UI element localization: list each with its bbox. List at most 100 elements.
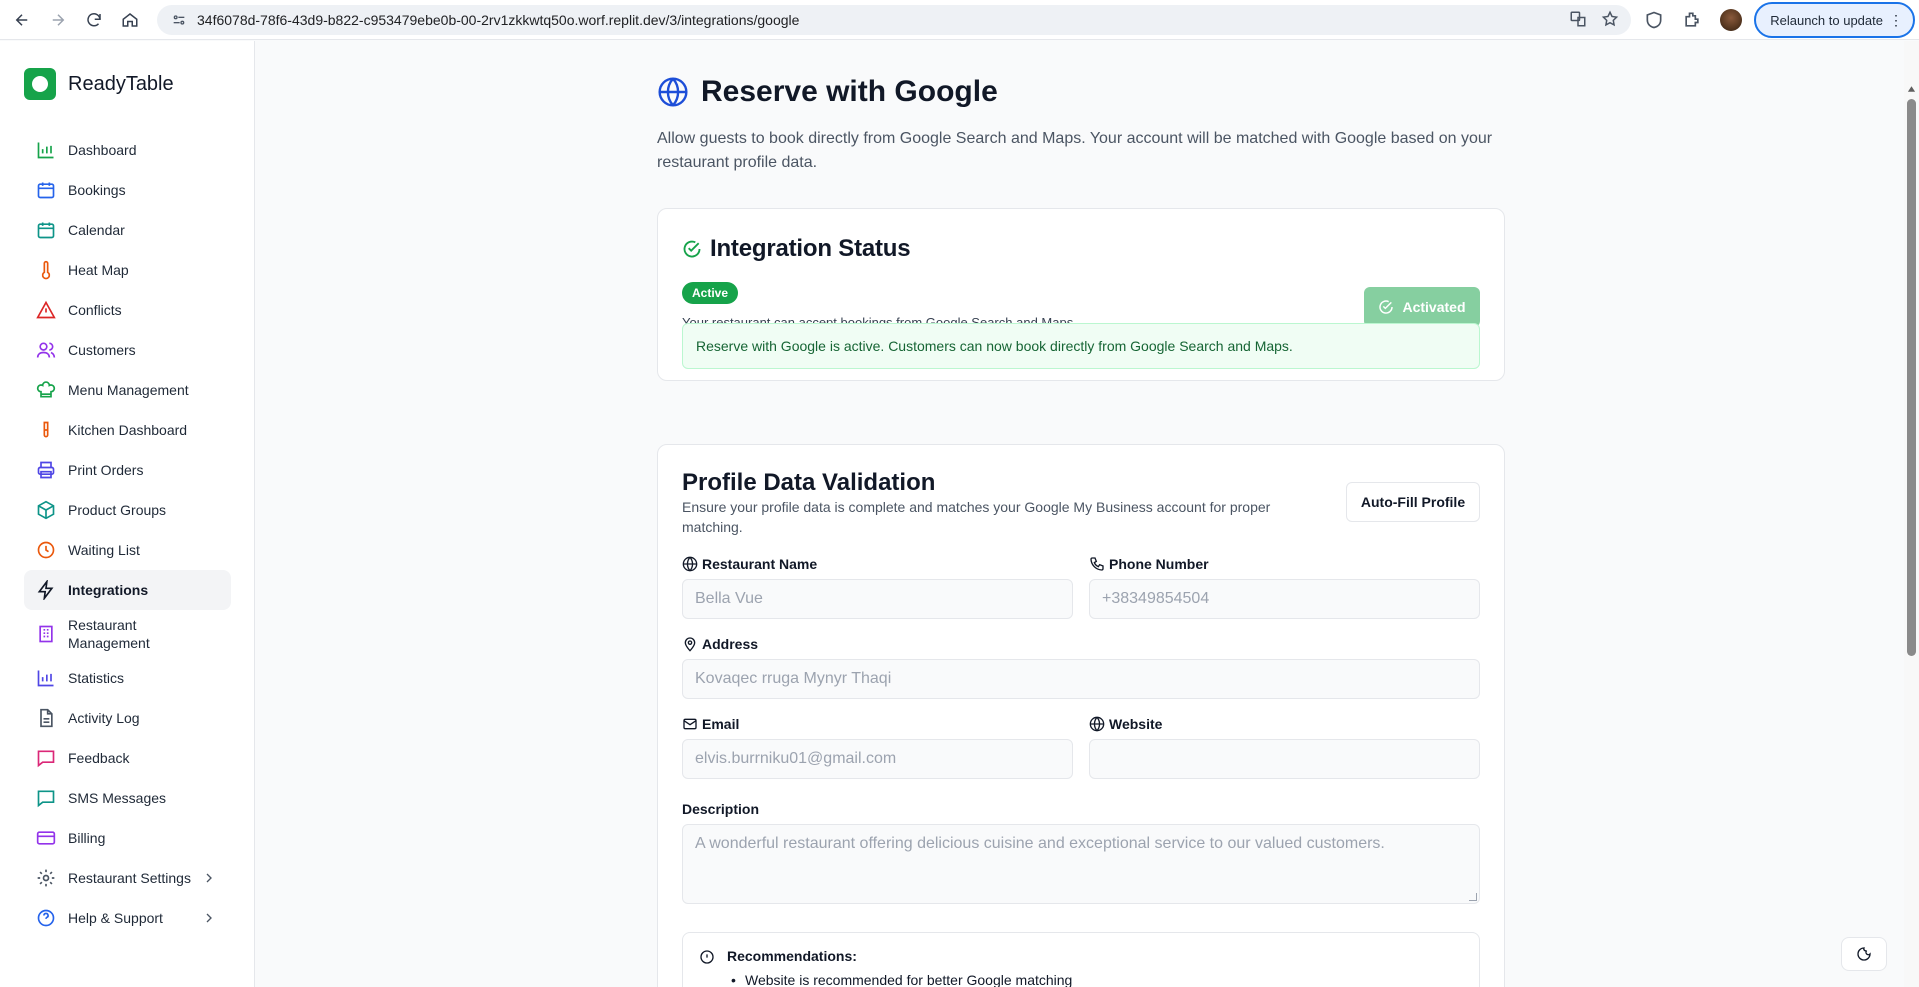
sidebar-item-activity-log[interactable]: Activity Log xyxy=(24,698,231,738)
sidebar-item-label: Restaurant Management xyxy=(68,617,150,651)
field-label-text: Address xyxy=(702,636,759,652)
calendar-icon xyxy=(36,180,56,200)
field-label-text: Website xyxy=(1109,716,1163,732)
shield-icon[interactable] xyxy=(1644,10,1664,30)
email-input[interactable]: elvis.burrniku01@gmail.com xyxy=(682,739,1073,779)
phone-icon xyxy=(1090,557,1104,571)
sidebar-item-menu-management[interactable]: Menu Management xyxy=(24,370,231,410)
reload-icon[interactable] xyxy=(80,6,108,34)
profile-avatar[interactable] xyxy=(1720,9,1743,31)
sidebar-item-label: Heat Map xyxy=(68,262,129,278)
sidebar-item-product-groups[interactable]: Product Groups xyxy=(24,490,231,530)
sidebar-item-dashboard[interactable]: Dashboard xyxy=(24,130,231,170)
scrollbar-thumb[interactable] xyxy=(1907,99,1916,656)
profile-validation-description: Ensure your profile data is complete and… xyxy=(682,499,1271,535)
credit-card-icon xyxy=(36,828,56,848)
site-settings-icon[interactable] xyxy=(171,12,187,28)
sidebar-item-billing[interactable]: Billing xyxy=(24,818,231,858)
more-menu-icon[interactable]: ⋮ xyxy=(1889,12,1903,29)
relaunch-button[interactable]: Relaunch to update ⋮ xyxy=(1754,2,1915,38)
sidebar-item-label: Waiting List xyxy=(68,542,140,558)
page-description: Allow guests to book directly from Googl… xyxy=(657,130,1493,171)
check-circle-icon xyxy=(682,239,702,259)
email-label: Email xyxy=(682,716,739,732)
restaurant-name-input[interactable]: Bella Vue xyxy=(682,579,1073,619)
sidebar-item-feedback[interactable]: Feedback xyxy=(24,738,231,778)
sidebar-item-label: Calendar xyxy=(68,222,125,238)
browser-toolbar: 34f6078d-78f6-43d9-b822-c953479ebe0b-00-… xyxy=(0,0,1919,40)
sidebar-item-print-orders[interactable]: Print Orders xyxy=(24,450,231,490)
sidebar-item-label: Integrations xyxy=(68,582,149,598)
address-input[interactable]: Kovaqec rruga Mynyr Thaqi xyxy=(682,659,1480,699)
clock-icon xyxy=(36,540,56,560)
field-label-text: Description xyxy=(682,801,760,817)
home-icon[interactable] xyxy=(116,6,144,34)
building-icon xyxy=(36,624,56,644)
website-label: Website xyxy=(1089,716,1162,732)
back-icon[interactable] xyxy=(8,6,36,34)
description-textarea[interactable]: A wonderful restaurant offering deliciou… xyxy=(682,824,1480,904)
brand[interactable]: ReadyTable xyxy=(24,68,174,100)
sidebar-item-statistics[interactable]: Statistics xyxy=(24,658,231,698)
sidebar-item-label: Feedback xyxy=(68,750,130,766)
sidebar-item-kitchen-dashboard[interactable]: Kitchen Dashboard xyxy=(24,410,231,450)
chevron-right-icon xyxy=(201,910,217,926)
globe-icon xyxy=(657,76,689,108)
extensions-icon[interactable] xyxy=(1682,10,1702,30)
warning-icon xyxy=(36,300,56,320)
sidebar-item-label: Activity Log xyxy=(68,710,140,726)
help-circle-icon xyxy=(36,908,56,928)
recommendations-box: Recommendations: Website is recommended … xyxy=(682,932,1480,987)
sidebar-item-label: Dashboard xyxy=(68,142,137,158)
url-text: 34f6078d-78f6-43d9-b822-c953479ebe0b-00-… xyxy=(197,12,800,28)
scroll-up-icon[interactable] xyxy=(1907,85,1916,93)
activated-button[interactable]: Activated xyxy=(1364,287,1480,327)
auto-fill-profile-button[interactable]: Auto-Fill Profile xyxy=(1346,482,1480,522)
sidebar-item-bookings[interactable]: Bookings xyxy=(24,170,231,210)
brand-logo-icon xyxy=(24,68,56,100)
restaurant-name-label: Restaurant Name xyxy=(682,556,817,572)
globe-icon xyxy=(682,556,698,572)
forward-icon[interactable] xyxy=(44,6,72,34)
sidebar-item-customers[interactable]: Customers xyxy=(24,330,231,370)
page-title: Reserve with Google xyxy=(701,75,998,108)
page-scrollbar[interactable] xyxy=(1904,41,1919,987)
map-pin-icon xyxy=(684,637,696,652)
address-bar[interactable]: 34f6078d-78f6-43d9-b822-c953479ebe0b-00-… xyxy=(157,5,1631,35)
sidebar-item-label: Kitchen Dashboard xyxy=(68,422,188,438)
recommendation-item: Website is recommended for better Google… xyxy=(731,972,1072,987)
sidebar-item-restaurant-settings[interactable]: Restaurant Settings xyxy=(24,858,231,898)
sidebar-item-label: Menu Management xyxy=(68,382,189,398)
sidebar-nav: Dashboard Bookings Calendar Heat Map Con… xyxy=(24,130,231,938)
test-tube-icon xyxy=(36,420,56,440)
sidebar-item-help-support[interactable]: Help & Support xyxy=(24,898,231,938)
field-label-text: Phone Number xyxy=(1109,556,1209,572)
sidebar-item-waiting-list[interactable]: Waiting List xyxy=(24,530,231,570)
sidebar-item-label: Restaurant Settings xyxy=(68,870,191,886)
field-label-text: Restaurant Name xyxy=(702,556,818,572)
thermometer-icon xyxy=(36,260,56,280)
profile-validation-title: Profile Data Validation xyxy=(682,469,936,496)
gear-icon xyxy=(36,868,56,888)
sidebar-item-sms-messages[interactable]: SMS Messages xyxy=(24,778,231,818)
message-icon xyxy=(36,788,56,808)
sidebar-item-restaurant-management[interactable]: Restaurant Management xyxy=(24,610,231,658)
success-alert: Reserve with Google is active. Customers… xyxy=(682,323,1480,369)
website-input[interactable] xyxy=(1089,739,1480,779)
resize-handle-icon[interactable] xyxy=(1469,893,1477,901)
sidebar-item-label: Bookings xyxy=(68,182,126,198)
translate-icon[interactable] xyxy=(1569,10,1587,33)
chef-hat-icon xyxy=(36,380,56,400)
sidebar-item-integrations[interactable]: Integrations xyxy=(24,570,231,610)
phone-number-label: Phone Number xyxy=(1089,556,1209,572)
sidebar-item-conflicts[interactable]: Conflicts xyxy=(24,290,231,330)
mail-icon xyxy=(683,718,697,730)
sidebar-item-heat-map[interactable]: Heat Map xyxy=(24,250,231,290)
printer-icon xyxy=(36,460,56,480)
bookmark-star-icon[interactable] xyxy=(1601,10,1619,33)
field-label-text: Email xyxy=(702,716,740,732)
sidebar-item-calendar[interactable]: Calendar xyxy=(24,210,231,250)
phone-number-input[interactable]: +38349854504 xyxy=(1089,579,1480,619)
main-content: Reserve with Google Allow guests to book… xyxy=(256,41,1919,987)
cookie-settings-button[interactable] xyxy=(1841,937,1887,971)
